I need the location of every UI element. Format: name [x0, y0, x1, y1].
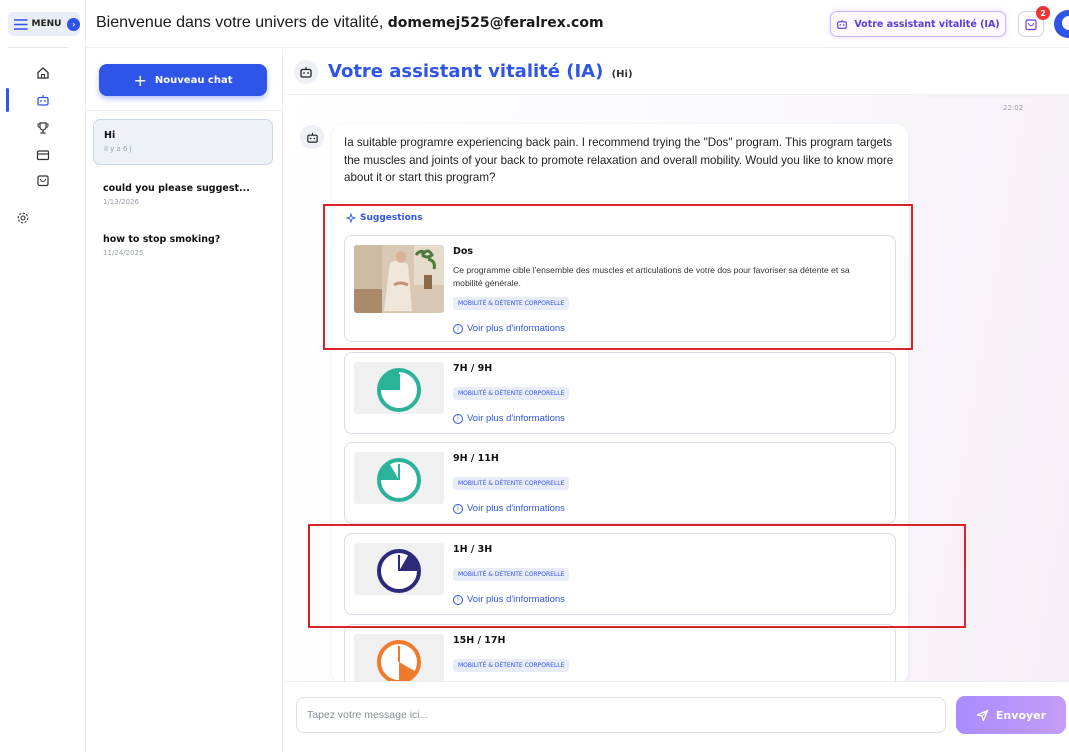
conversation-title: could you please suggest... — [103, 183, 250, 194]
plus-icon: + — [133, 70, 147, 90]
assistant-button[interactable]: Votre assistant vitalité (IA) — [830, 11, 1006, 37]
conversation-item[interactable]: could you please suggest... 1/13/2026 — [93, 173, 273, 219]
conversation-item[interactable]: Hi il y a 6 j — [93, 119, 273, 165]
user-email: domemej525@feralrex.com — [387, 15, 604, 31]
program-name: 9H / 11H — [453, 453, 499, 464]
clock-image — [354, 634, 444, 684]
active-indicator — [6, 88, 9, 112]
previous-message — [929, 95, 1034, 98]
message-input[interactable] — [296, 697, 946, 733]
chevron-right-icon: › — [67, 17, 80, 31]
welcome-text: Bienvenue dans votre univers de vitalité… — [96, 14, 388, 31]
hamburger-icon — [14, 18, 28, 30]
more-info-label: Voir plus d'informations — [467, 503, 565, 514]
nav-rail: MENU › — [0, 0, 86, 752]
more-info-label: Voir plus d'informations — [467, 413, 565, 424]
divider — [8, 47, 68, 48]
more-info-link[interactable]: i Voir plus d'informations — [453, 413, 565, 424]
program-name: 15H / 17H — [453, 635, 506, 646]
divider — [86, 110, 283, 111]
home-icon[interactable] — [36, 66, 50, 80]
more-info-link[interactable]: i Voir plus d'informations — [453, 503, 565, 514]
robot-icon — [300, 125, 324, 149]
new-chat-label: Nouveau chat — [154, 74, 233, 86]
robot-icon[interactable] — [36, 93, 50, 107]
suggestion-card[interactable]: 7H / 9H MOBILITÉ & DÉTENTE CORPORELLE i … — [344, 352, 896, 434]
suggestion-card[interactable]: 15H / 17H MOBILITÉ & DÉTENTE CORPORELLE — [344, 624, 896, 684]
composer: Envoyer — [284, 681, 1069, 752]
category-tag: MOBILITÉ & DÉTENTE CORPORELLE — [453, 659, 570, 672]
clock-image — [354, 452, 444, 504]
card-icon[interactable] — [36, 148, 50, 162]
send-icon — [976, 709, 989, 721]
bag-icon[interactable] — [36, 173, 50, 187]
trophy-icon[interactable] — [36, 121, 50, 135]
highlight-box — [308, 524, 966, 628]
assistant-button-label: Votre assistant vitalité (IA) — [854, 18, 1000, 30]
new-chat-button[interactable]: + Nouveau chat — [99, 64, 267, 96]
program-name: 7H / 9H — [453, 363, 493, 374]
message-text: Ia suitable programre experiencing back … — [344, 136, 894, 184]
conversation-date: il y a 6 j — [104, 145, 132, 153]
suggestion-card[interactable]: 9H / 11H MOBILITÉ & DÉTENTE CORPORELLE i… — [344, 442, 896, 524]
bag-icon — [1025, 19, 1037, 31]
cart-count-badge: 2 — [1036, 6, 1050, 20]
welcome-message: Bienvenue dans votre univers de vitalité… — [96, 14, 604, 32]
conversation-list: + Nouveau chat Hi il y a 6 j could you p… — [86, 49, 283, 752]
conversation-date: 1/13/2026 — [103, 198, 139, 206]
clock-image — [354, 362, 444, 414]
highlight-box — [323, 204, 913, 350]
conversation-title: how to stop smoking? — [103, 234, 221, 245]
avatar[interactable] — [1054, 10, 1069, 38]
menu-label: MENU — [31, 19, 62, 29]
info-icon: i — [453, 413, 463, 424]
page-title-text: Votre assistant vitalité (IA) — [328, 61, 604, 82]
chat-area: Votre assistant vitalité (IA) (Hi) 22:02… — [284, 49, 1069, 752]
robot-icon — [837, 19, 848, 29]
conversation-item[interactable]: how to stop smoking? 11/24/2025 — [93, 224, 273, 270]
conversation-title: Hi — [104, 130, 116, 141]
page-subtitle: (Hi) — [611, 69, 633, 80]
send-button[interactable]: Envoyer — [956, 696, 1066, 734]
page-title: Votre assistant vitalité (IA) (Hi) — [328, 61, 633, 82]
top-header: Bienvenue dans votre univers de vitalité… — [86, 0, 1069, 48]
chat-header: Votre assistant vitalité (IA) (Hi) — [284, 49, 1069, 95]
menu-button[interactable]: MENU › — [8, 12, 80, 36]
conversation-date: 11/24/2025 — [103, 249, 144, 257]
gear-icon[interactable] — [16, 210, 30, 229]
robot-icon — [294, 60, 318, 84]
category-tag: MOBILITÉ & DÉTENTE CORPORELLE — [453, 477, 570, 490]
send-label: Envoyer — [995, 708, 1047, 722]
message-time: 22:02 — [1003, 104, 1024, 112]
info-icon: i — [453, 503, 463, 514]
category-tag: MOBILITÉ & DÉTENTE CORPORELLE — [453, 387, 570, 400]
